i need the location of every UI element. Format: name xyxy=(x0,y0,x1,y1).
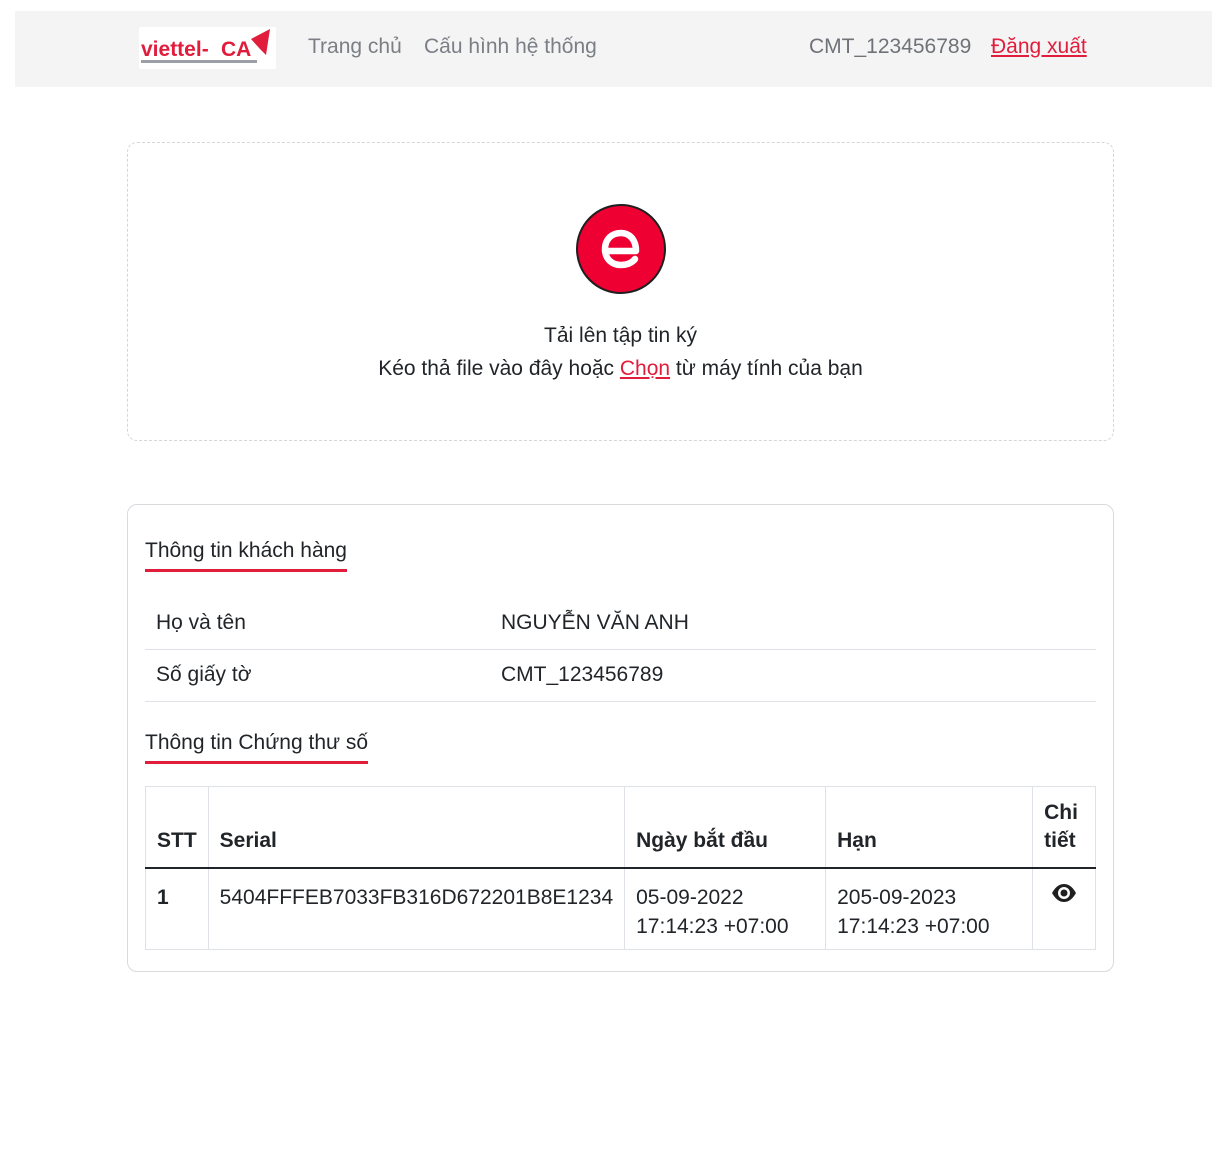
document-number-label: Số giấy tờ xyxy=(145,649,490,702)
top-navbar: viettel- CA Trang chủ Cấu hình hệ thống … xyxy=(15,11,1212,87)
col-header-stt: STT xyxy=(145,786,209,869)
svg-text:viettel-: viettel- xyxy=(141,38,209,61)
row-start: 05-09-2022 17:14:23 +07:00 xyxy=(624,867,826,949)
upload-title: Tải lên tập tin ký xyxy=(544,324,697,347)
certificate-info-heading: Thông tin Chứng thư số xyxy=(145,731,369,764)
full-name-label: Họ và tên xyxy=(145,597,490,650)
e-sign-icon[interactable] xyxy=(576,204,666,294)
col-header-start-date: Ngày bắt đầu xyxy=(624,786,826,869)
choose-file-link[interactable]: Chọn xyxy=(620,357,670,380)
eye-icon[interactable] xyxy=(1050,882,1078,904)
customer-row-id: Số giấy tờ CMT_123456789 xyxy=(145,649,1096,702)
document-number-value: CMT_123456789 xyxy=(490,649,1096,702)
table-row: 1 5404FFFEB7033FB316D672201B8E1234 05-09… xyxy=(145,867,1096,949)
svg-text:CA: CA xyxy=(221,38,251,61)
nav-system-config-link[interactable]: Cấu hình hệ thống xyxy=(424,35,597,59)
row-detail xyxy=(1032,867,1096,949)
upload-instructions-after: từ máy tính của bạn xyxy=(670,357,863,380)
col-header-serial: Serial xyxy=(207,786,625,869)
row-serial: 5404FFFEB7033FB316D672201B8E1234 xyxy=(207,867,625,949)
customer-row-name: Họ và tên NGUYỄN VĂN ANH xyxy=(145,597,1096,650)
info-card: Thông tin khách hàng Họ và tên NGUYỄN VĂ… xyxy=(127,504,1114,972)
certificate-table: STT Serial Ngày bắt đầu Hạn Chi tiết 1 5… xyxy=(145,786,1096,950)
customer-info-heading: Thông tin khách hàng xyxy=(145,539,347,572)
row-start-date: 05-09-2022 xyxy=(636,885,744,909)
upload-instructions-before: Kéo thả file vào đây hoặc xyxy=(378,357,620,380)
row-expiry: 205-09-2023 17:14:23 +07:00 xyxy=(825,867,1033,949)
row-stt: 1 xyxy=(145,867,209,949)
viettel-ca-logo[interactable]: viettel- CA xyxy=(139,27,276,69)
logout-link[interactable]: Đăng xuất xyxy=(991,35,1087,59)
row-start-time: 17:14:23 +07:00 xyxy=(636,914,789,938)
col-header-expiry: Hạn xyxy=(825,786,1033,869)
row-expiry-date: 205-09-2023 xyxy=(837,885,957,909)
nav-home-link[interactable]: Trang chủ xyxy=(308,35,402,59)
current-user-id: CMT_123456789 xyxy=(809,35,972,58)
full-name-value: NGUYỄN VĂN ANH xyxy=(490,597,1096,650)
certificate-table-header: STT Serial Ngày bắt đầu Hạn Chi tiết xyxy=(145,786,1096,869)
upload-instructions: Kéo thả file vào đây hoặc Chọn từ máy tí… xyxy=(128,357,1113,381)
file-upload-dropzone[interactable]: Tải lên tập tin ký Kéo thả file vào đây … xyxy=(127,142,1114,441)
row-expiry-time: 17:14:23 +07:00 xyxy=(837,914,990,938)
customer-info-table: Họ và tên NGUYỄN VĂN ANH Số giấy tờ CMT_… xyxy=(145,597,1096,702)
col-header-detail: Chi tiết xyxy=(1032,786,1096,869)
